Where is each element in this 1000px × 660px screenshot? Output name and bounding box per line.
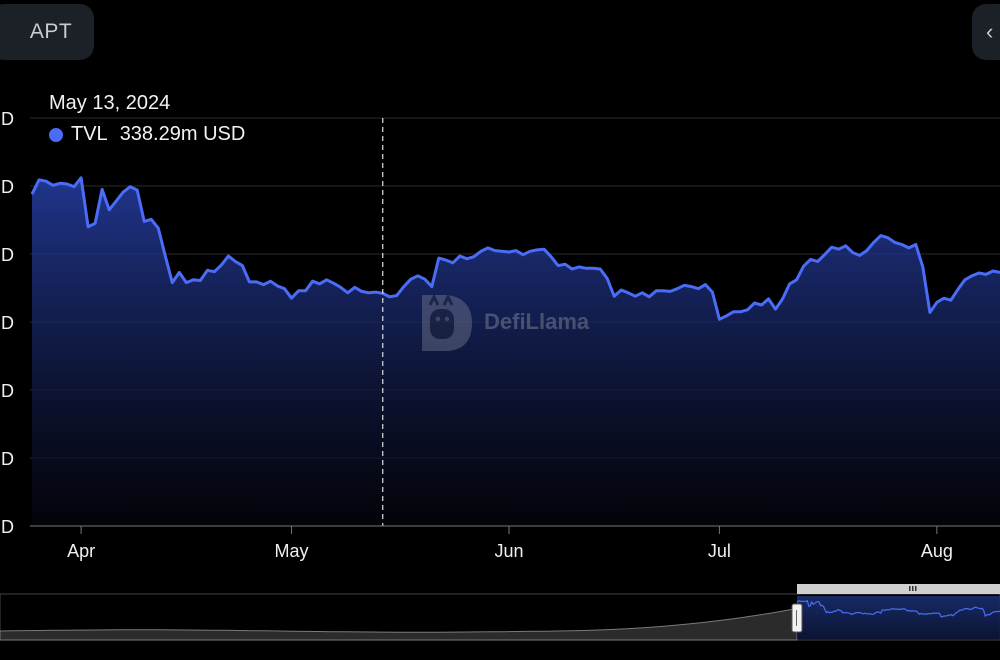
y-tick-label: D [1, 245, 14, 265]
x-tick-label: Aug [921, 541, 953, 561]
tooltip-date: May 13, 2024 [49, 92, 171, 114]
grip-lines-icon[interactable] [909, 586, 917, 591]
range-navigator[interactable] [0, 584, 1000, 641]
watermark-text: DefiLlama [484, 309, 590, 334]
tooltip-row: TVL 338.29m USD [49, 123, 245, 146]
chart-tooltip: May 13, 2024 TVL 338.29m USD [49, 92, 245, 146]
y-tick-label: D [1, 313, 14, 333]
x-tick-label: May [275, 541, 309, 561]
navigator-scrollbar[interactable] [797, 584, 1000, 594]
x-tick-label: Jul [708, 541, 731, 561]
x-tick-label: Apr [67, 541, 95, 561]
x-axis: Apr May Jun Jul Aug [67, 526, 953, 561]
tooltip-value: 338.29m USD [119, 123, 246, 145]
llama-icon [422, 293, 472, 351]
y-tick-label: D [1, 449, 14, 469]
y-tick-label: D [1, 381, 14, 401]
y-tick-label: D [1, 177, 14, 197]
tooltip-series-name: TVL [71, 123, 108, 145]
series-color-dot [49, 127, 63, 142]
handle-grip [796, 610, 797, 626]
y-axis: D D D D D D D [1, 109, 14, 537]
y-tick-label: D [1, 517, 14, 537]
y-tick-label: D [1, 109, 14, 129]
watermark: DefiLlama [418, 291, 589, 353]
x-tick-label: Jun [494, 541, 523, 561]
navigator-selection[interactable] [797, 596, 1000, 639]
